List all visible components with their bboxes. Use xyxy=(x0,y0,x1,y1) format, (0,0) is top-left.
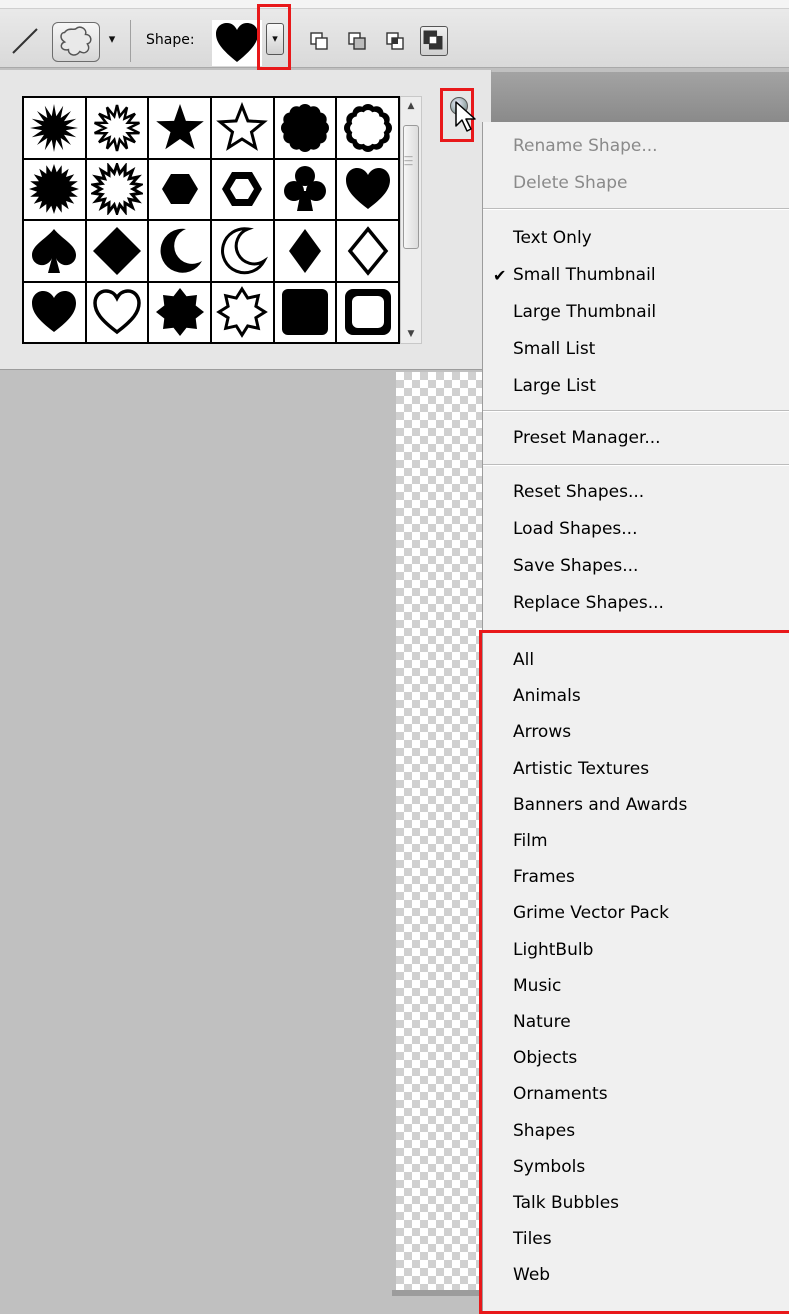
line-tool-icon[interactable] xyxy=(10,26,40,56)
shape-grid-scrollbar[interactable]: ▲ — — — ▼ xyxy=(400,96,422,344)
scroll-grip-icon: — — — xyxy=(404,152,413,170)
shape-preset-cell[interactable] xyxy=(274,282,336,342)
shape-preset-cell[interactable] xyxy=(212,221,273,281)
octagram-icon xyxy=(155,288,204,337)
shape-preset-cell[interactable] xyxy=(212,282,273,342)
scallop-outline-icon xyxy=(343,103,392,152)
club-icon xyxy=(283,166,326,212)
shape-preset-cell[interactable] xyxy=(24,159,85,219)
shape-preset-cell[interactable] xyxy=(86,98,148,158)
scroll-down-arrow[interactable]: ▼ xyxy=(401,325,421,343)
heart-icon xyxy=(216,23,258,62)
shape-preset-cell[interactable] xyxy=(337,159,398,219)
rounded-square-icon xyxy=(281,289,328,336)
combine-shapes-icon[interactable] xyxy=(308,30,330,52)
shape-preset-cell[interactable] xyxy=(337,282,398,342)
star-outline-icon xyxy=(216,101,269,151)
toolbar-separator xyxy=(130,20,131,62)
view-option-item[interactable]: Text Only xyxy=(513,228,592,248)
shape-preset-cell[interactable] xyxy=(337,221,398,281)
shape-label: Shape: xyxy=(146,32,195,48)
shape-preset-cell[interactable] xyxy=(86,221,148,281)
shape-preset-cell[interactable] xyxy=(212,98,273,158)
options-bar: ▾ Shape: ▾ xyxy=(0,0,789,70)
diamond-outline-icon xyxy=(347,225,388,276)
seal-outline-icon xyxy=(90,163,143,216)
current-shape-swatch[interactable] xyxy=(212,20,262,66)
menu-title-strip xyxy=(491,72,789,122)
shape-preset-cell[interactable] xyxy=(337,98,398,158)
custom-shape-tool-button[interactable] xyxy=(52,22,100,62)
view-option-item[interactable]: Large Thumbnail xyxy=(513,302,656,322)
view-option-item[interactable]: Small Thumbnail xyxy=(513,265,656,285)
octagram-outline-icon xyxy=(216,286,269,339)
starburst-icon xyxy=(30,103,79,152)
diamond-small-icon xyxy=(288,228,321,273)
shape-preset-cell[interactable] xyxy=(149,98,210,158)
document-canvas[interactable] xyxy=(396,372,486,1290)
crescent-icon xyxy=(160,228,202,273)
shapes-file-item[interactable]: Replace Shapes... xyxy=(513,593,664,613)
shape-preset-cell[interactable] xyxy=(24,98,85,158)
shape-preset-cell[interactable] xyxy=(24,221,85,281)
shapes-file-item[interactable]: Save Shapes... xyxy=(513,556,638,576)
menu-item-disabled[interactable]: Rename Shape... xyxy=(513,136,658,156)
star-icon xyxy=(155,103,204,149)
options-bar-top-edge xyxy=(0,0,789,9)
menu-separator xyxy=(483,464,789,466)
shape-preset-cell[interactable] xyxy=(149,282,210,342)
starburst-outline-icon xyxy=(94,104,140,152)
shape-preset-cell[interactable] xyxy=(212,159,273,219)
dropdown-arrow: ▾ xyxy=(266,23,284,55)
tool-preset-caret[interactable]: ▾ xyxy=(104,30,120,50)
menu-separator xyxy=(483,208,789,210)
shape-grid xyxy=(22,96,400,344)
shapes-file-item[interactable]: Reset Shapes... xyxy=(513,482,644,502)
heart-icon xyxy=(345,168,390,210)
shape-preset-cell[interactable] xyxy=(274,98,336,158)
hexagon-icon xyxy=(161,174,198,205)
view-option-item[interactable]: Small List xyxy=(513,339,595,359)
canvas-shadow xyxy=(392,1290,488,1296)
shape-preset-cell[interactable] xyxy=(149,159,210,219)
hexagon-outline-icon xyxy=(222,172,263,207)
menu-separator xyxy=(483,410,789,412)
shapes-file-item[interactable]: Load Shapes... xyxy=(513,519,638,539)
exclude-overlap-icon xyxy=(423,30,443,50)
spade-icon xyxy=(32,228,77,273)
exclude-overlap-button[interactable] xyxy=(420,26,448,56)
scroll-thumb[interactable] xyxy=(403,125,419,249)
shape-picker-dropdown-button[interactable]: ▾ xyxy=(257,4,291,70)
shape-preset-cell[interactable] xyxy=(149,221,210,281)
shape-libraries-highlight xyxy=(479,630,789,1314)
shape-preset-cell[interactable] xyxy=(86,282,148,342)
scallop-icon xyxy=(280,103,329,152)
seal-icon xyxy=(29,164,80,215)
crescent-outline-icon xyxy=(221,226,269,274)
checkmark-icon: ✔ xyxy=(493,266,507,285)
heart-outline-icon xyxy=(93,289,141,335)
shape-preset-cell[interactable] xyxy=(274,221,336,281)
menu-item-disabled[interactable]: Delete Shape xyxy=(513,173,628,193)
mouse-cursor-icon xyxy=(455,101,476,132)
heart-icon xyxy=(32,291,77,333)
subtract-shapes-icon[interactable] xyxy=(346,30,368,52)
custom-shape-icon xyxy=(60,26,92,56)
diamond-icon xyxy=(92,226,141,275)
rounded-square-outline-icon xyxy=(344,289,391,336)
preset-manager-item[interactable]: Preset Manager... xyxy=(513,428,661,448)
shape-preset-cell[interactable] xyxy=(86,159,148,219)
intersect-shapes-icon[interactable] xyxy=(384,30,406,52)
shape-preset-cell[interactable] xyxy=(24,282,85,342)
view-option-item[interactable]: Large List xyxy=(513,376,596,396)
scroll-up-arrow[interactable]: ▲ xyxy=(401,97,421,115)
shape-preset-cell[interactable] xyxy=(274,159,336,219)
